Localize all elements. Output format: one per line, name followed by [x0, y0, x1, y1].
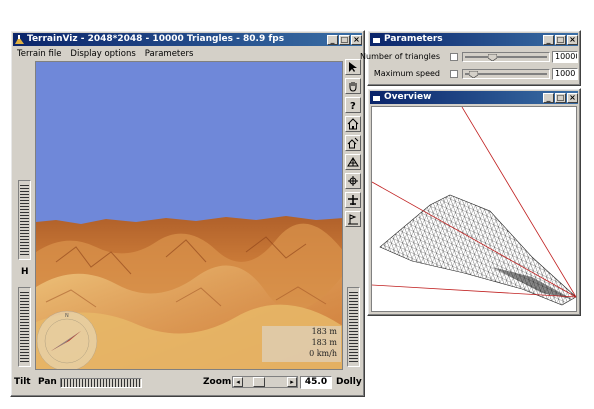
zoom-thumb[interactable] — [253, 377, 265, 387]
tilt-label: Tilt — [14, 377, 31, 387]
help-button[interactable]: ? — [345, 97, 361, 113]
parameters-minimize-button[interactable]: _ — [543, 34, 554, 45]
main-title: TerrainViz - 2048*2048 - 10000 Triangles… — [27, 34, 285, 44]
home-button[interactable] — [345, 116, 361, 132]
parameters-maximize-button[interactable]: □ — [555, 34, 566, 45]
pan-tool-button[interactable] — [345, 78, 361, 94]
readout-ground: 183 m — [311, 338, 337, 347]
select-tool-button[interactable] — [345, 59, 361, 75]
fly-mode-button[interactable] — [345, 192, 361, 208]
overview-title: Overview — [384, 92, 432, 102]
compass-icon: N — [36, 310, 98, 369]
zoom-value: 45.0 — [300, 376, 332, 389]
overview-caption-buttons: _ □ × — [543, 91, 578, 104]
triangles-value-field[interactable]: 10000 — [552, 51, 578, 63]
menu-display-options[interactable]: Display options — [70, 49, 135, 59]
readout-speed: 0 km/h — [309, 349, 337, 358]
triangles-slider[interactable] — [462, 52, 550, 62]
triangles-checkbox[interactable] — [450, 53, 458, 61]
rotate-flag-icon — [348, 214, 358, 225]
dolly-label: Dolly — [336, 377, 362, 387]
svg-text:N: N — [65, 313, 69, 319]
main-caption-buttons: _ □ × — [327, 33, 362, 46]
terrain-grid-icon — [347, 157, 359, 167]
home-icon — [347, 118, 359, 130]
parameters-window-icon — [373, 36, 380, 43]
parameters-caption-buttons: _ □ × — [543, 33, 578, 46]
menu-terrain-file[interactable]: Terrain file — [17, 49, 61, 59]
terrain-render: N — [36, 62, 342, 369]
minimize-button[interactable]: _ — [327, 34, 338, 45]
triangles-label: Number of triangles — [360, 52, 440, 61]
menu-parameters[interactable]: Parameters — [145, 49, 194, 59]
speed-slider-thumb[interactable] — [469, 71, 478, 78]
height-slider[interactable] — [18, 287, 31, 367]
close-button[interactable]: × — [351, 34, 362, 45]
pan-label: Pan — [38, 377, 57, 387]
main-titlebar[interactable]: TerrainViz - 2048*2048 - 10000 Triangles… — [13, 33, 362, 46]
parameters-title: Parameters — [384, 34, 443, 44]
speed-label: Maximum speed — [373, 69, 440, 78]
dolly-slider[interactable] — [347, 287, 360, 367]
app-icon — [15, 35, 24, 44]
move-button[interactable] — [345, 173, 361, 189]
parameters-window: Parameters _ □ × Number of triangles 100… — [360, 30, 581, 86]
triangles-slider-thumb[interactable] — [488, 54, 497, 61]
home-set-icon — [347, 137, 359, 149]
param-row-speed: Maximum speed 1000 — [370, 67, 578, 81]
zoom-scrollbar[interactable]: ◂ ▸ — [232, 376, 298, 388]
set-home-button[interactable] — [345, 135, 361, 151]
rotate-button[interactable] — [345, 211, 361, 227]
menu-bar: Terrain file Display options Parameters — [13, 47, 362, 60]
overview-maximize-button[interactable]: □ — [555, 92, 566, 103]
zoom-label: Zoom — [203, 377, 232, 387]
tool-palette: ? — [345, 59, 363, 230]
help-question-icon: ? — [350, 101, 356, 111]
overview-minimize-button[interactable]: _ — [543, 92, 554, 103]
overview-close-button[interactable]: × — [567, 92, 578, 103]
select-arrow-icon — [349, 62, 357, 72]
zoom-left-arrow[interactable]: ◂ — [233, 377, 243, 387]
maximize-button[interactable]: □ — [339, 34, 350, 45]
airplane-icon — [348, 195, 358, 205]
speed-value-field[interactable]: 1000 — [552, 68, 578, 80]
speed-slider[interactable] — [462, 69, 550, 79]
terrain-3d-viewport[interactable]: N 183 m 183 m 0 km/h — [35, 61, 343, 370]
overview-window: Overview _ □ × — [367, 88, 581, 316]
h-label: H — [21, 267, 29, 277]
pan-slider[interactable] — [60, 378, 142, 388]
move-cross-icon — [348, 176, 358, 186]
svg-text:?: ? — [350, 101, 356, 111]
overview-window-icon — [373, 94, 380, 101]
parameters-close-button[interactable]: × — [567, 34, 578, 45]
tilt-slider[interactable] — [18, 180, 31, 260]
param-row-triangles: Number of triangles 10000 — [360, 50, 578, 64]
readout-altitude: 183 m — [311, 327, 337, 336]
overview-canvas[interactable] — [371, 106, 577, 312]
speed-checkbox[interactable] — [450, 70, 458, 78]
overview-wireframe — [371, 106, 577, 306]
zoom-right-arrow[interactable]: ▸ — [287, 377, 297, 387]
position-readout: 183 m 183 m 0 km/h — [262, 326, 341, 362]
terrain-view-button[interactable] — [345, 154, 361, 170]
hand-pan-icon — [349, 82, 357, 92]
